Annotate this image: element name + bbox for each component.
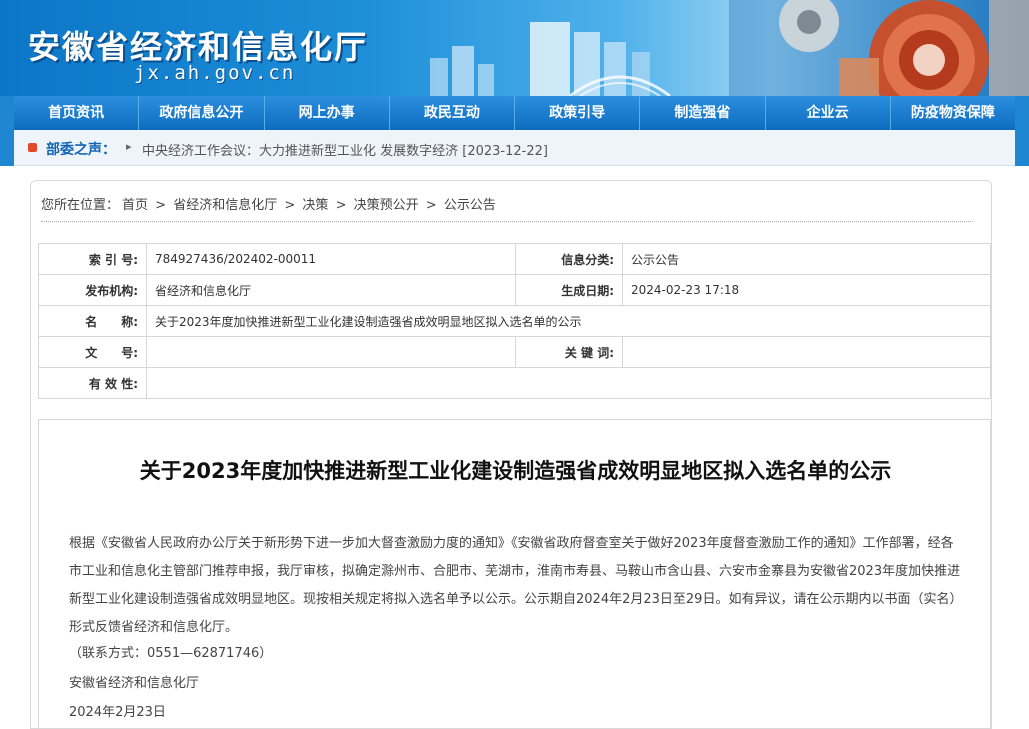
article-contact: （联系方式：0551—62871746） — [69, 646, 273, 661]
category-value: 公示公告 — [622, 243, 991, 275]
steel-coil-illustration — [729, 0, 1029, 96]
site-domain: jx.ah.gov.cn — [134, 62, 296, 84]
keywords-label: 关 键 词: — [515, 336, 623, 368]
nav-item-gov-info[interactable]: 政府信息公开 — [139, 96, 265, 130]
keywords-value — [622, 336, 991, 368]
publisher-value: 省经济和信息化厅 — [146, 274, 516, 306]
article-paragraph: 根据《安徽省人民政府办公厅关于新形势下进一步加大督查激励力度的通知》《安徽省政府… — [69, 536, 961, 635]
table-row: 名 称: 关于2023年度加快推进新型工业化建设制造强省成效明显地区拟入选名单的… — [38, 305, 991, 337]
date-value: 2024-02-23 17:18 — [622, 274, 991, 306]
index-value: 784927436/202402-00011 — [146, 243, 516, 275]
article-body: 关于2023年度加快推进新型工业化建设制造强省成效明显地区拟入选名单的公示 根据… — [38, 419, 991, 729]
news-ticker: 部委之声： ▸ 中央经济工作会议：大力推进新型工业化 发展数字经济 [2023-… — [14, 130, 1015, 166]
breadcrumb-item-predisclosure[interactable]: 决策预公开 — [354, 198, 419, 213]
breadcrumb-separator: > — [425, 198, 437, 213]
nav-item-interaction[interactable]: 政民互动 — [390, 96, 515, 130]
nav-item-enterprise-cloud[interactable]: 企业云 — [766, 96, 891, 130]
breadcrumb-item-decision[interactable]: 决策 — [302, 198, 328, 213]
document-metadata-table: 索 引 号: 784927436/202402-00011 信息分类: 公示公告… — [38, 243, 991, 399]
site-banner: 安徽省经济和信息化厅 jx.ah.gov.cn — [0, 0, 1029, 96]
breadcrumb-separator: > — [284, 198, 296, 213]
ticker-label: 部委之声： — [46, 142, 116, 158]
publisher-label: 发布机构: — [38, 274, 147, 306]
megaphone-icon — [28, 143, 37, 152]
name-value: 关于2023年度加快推进新型工业化建设制造强省成效明显地区拟入选名单的公示 — [146, 305, 991, 337]
nav-item-online-service[interactable]: 网上办事 — [265, 96, 390, 130]
docno-label: 文 号: — [38, 336, 147, 368]
left-decor-strip — [0, 96, 14, 166]
nav-item-epidemic-supplies[interactable]: 防疫物资保障 — [891, 96, 1015, 130]
main-nav: 首页资讯 政府信息公开 网上办事 政民互动 政策引导 制造强省 企业云 防疫物资… — [14, 96, 1015, 130]
breadcrumb-separator: > — [155, 198, 167, 213]
breadcrumb-item-notice[interactable]: 公示公告 — [444, 198, 496, 213]
breadcrumb-prefix: 您所在位置： — [41, 198, 120, 213]
divider — [41, 221, 973, 222]
breadcrumb: 您所在位置： 首页 > 省经济和信息化厅 > 决策 > 决策预公开 > 公示公告 — [41, 194, 499, 213]
article-signature: 安徽省经济和信息化厅 — [69, 676, 200, 691]
category-label: 信息分类: — [515, 243, 623, 275]
name-label: 名 称: — [38, 305, 147, 337]
table-row: 有 效 性: — [38, 367, 991, 399]
validity-value — [146, 367, 991, 399]
nav-item-manufacturing[interactable]: 制造强省 — [640, 96, 766, 130]
date-label: 生成日期: — [515, 274, 623, 306]
nav-item-home-news[interactable]: 首页资讯 — [14, 96, 140, 130]
table-row: 文 号: 关 键 词: — [38, 336, 991, 368]
nav-item-policy[interactable]: 政策引导 — [515, 96, 641, 130]
breadcrumb-item-dept[interactable]: 省经济和信息化厅 — [173, 198, 277, 213]
article-title: 关于2023年度加快推进新型工业化建设制造强省成效明显地区拟入选名单的公示 — [139, 459, 892, 483]
table-row: 发布机构: 省经济和信息化厅 生成日期: 2024-02-23 17:18 — [38, 274, 991, 306]
arrow-right-icon: ▸ — [126, 140, 132, 153]
article-date: 2024年2月23日 — [69, 705, 166, 720]
table-row: 索 引 号: 784927436/202402-00011 信息分类: 公示公告 — [38, 243, 991, 275]
breadcrumb-item-home[interactable]: 首页 — [122, 198, 148, 213]
city-skyline-illustration — [430, 22, 671, 96]
validity-label: 有 效 性: — [38, 367, 147, 399]
index-label: 索 引 号: — [38, 243, 147, 275]
breadcrumb-separator: > — [335, 198, 347, 213]
ticker-news-link[interactable]: 中央经济工作会议：大力推进新型工业化 发展数字经济 [2023-12-22] — [142, 140, 548, 159]
right-decor-strip — [1015, 96, 1029, 166]
docno-value — [146, 336, 516, 368]
